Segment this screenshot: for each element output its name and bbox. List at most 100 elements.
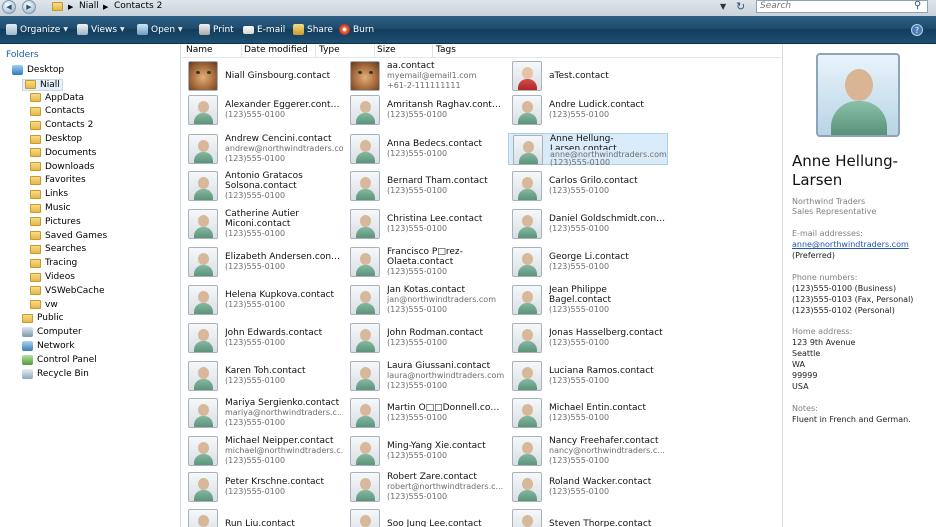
- contact-item[interactable]: Antonio Gratacos Solsona.contact (123)555…: [184, 170, 344, 202]
- contact-item[interactable]: Luciana Ramos.contact (123)555-0100: [508, 360, 668, 392]
- burn-button[interactable]: Burn: [339, 22, 374, 37]
- refresh-icon[interactable]: ↻: [736, 0, 745, 13]
- sidebar-item-music[interactable]: Music: [30, 203, 71, 213]
- contact-item[interactable]: Niall Ginsbourg.contact: [184, 60, 344, 92]
- contact-details: Steven Thorpe.contact: [549, 508, 667, 527]
- column-header-size[interactable]: Size: [377, 45, 433, 57]
- sidebar-item-favorites[interactable]: Favorites: [30, 175, 86, 185]
- contact-item[interactable]: Christina Lee.contact (123)555-0100: [346, 208, 506, 240]
- breadcrumb-contacts-2[interactable]: Contacts 2: [114, 1, 162, 11]
- forward-button[interactable]: ▶: [22, 0, 36, 14]
- sidebar-item-desktop[interactable]: Desktop: [12, 65, 64, 75]
- contact-item[interactable]: Martin O□□Donnell.contact (123)555-0100: [346, 397, 506, 429]
- email-label: E-mail: [257, 24, 286, 35]
- sidebar-item-label: Computer: [37, 327, 82, 338]
- search-icon[interactable]: ⚲: [914, 0, 921, 11]
- contact-name: John Edwards.contact: [225, 328, 323, 338]
- sidebar-item-links[interactable]: Links: [30, 189, 68, 199]
- contact-item[interactable]: Karen Toh.contact (123)555-0100: [184, 360, 344, 392]
- contact-item[interactable]: Jan Kotas.contact jan@northwindtraders.co…: [346, 284, 506, 316]
- contact-item[interactable]: Andre Ludick.contact (123)555-0100: [508, 94, 668, 126]
- contact-item[interactable]: Helena Kupkova.contact (123)555-0100: [184, 284, 344, 316]
- contact-phone: (123)555-0100: [550, 158, 611, 166]
- contact-item[interactable]: Michael Entin.contact (123)555-0100: [508, 397, 668, 429]
- sidebar-item-network[interactable]: Network: [22, 341, 75, 351]
- sidebar-item-documents[interactable]: Documents: [30, 148, 96, 158]
- back-button[interactable]: ◀: [2, 0, 16, 14]
- contact-item[interactable]: John Edwards.contact (123)555-0100: [184, 322, 344, 354]
- contact-item[interactable]: Amritansh Raghav.contact (123)555-0100: [346, 94, 506, 126]
- sidebar-item-videos[interactable]: Videos: [30, 272, 75, 282]
- sidebar-item-searches[interactable]: Searches: [30, 244, 86, 254]
- sidebar-item-downloads[interactable]: Downloads: [30, 162, 94, 172]
- contact-item[interactable]: Jonas Hasselberg.contact (123)555-0100: [508, 322, 668, 354]
- contact-item[interactable]: Soo Jung Lee.contact: [346, 508, 506, 527]
- sidebar-item-recycle-bin[interactable]: Recycle Bin: [22, 368, 89, 379]
- contact-item[interactable]: Bernard Tham.contact (123)555-0100: [346, 170, 506, 202]
- contact-item[interactable]: Peter Krschne.contact (123)555-0100: [184, 471, 344, 503]
- help-icon[interactable]: ?: [911, 24, 923, 36]
- contact-item[interactable]: Ming-Yang Xie.contact (123)555-0100: [346, 435, 506, 467]
- sidebar-item-label: Tracing: [45, 258, 78, 269]
- contact-phone: (123)555-0100: [387, 186, 448, 195]
- sidebar-item-desktop[interactable]: Desktop: [30, 134, 82, 144]
- sidebar-item-appdata[interactable]: AppData: [30, 93, 84, 103]
- home-address-label: Home address:: [792, 327, 853, 336]
- contact-item[interactable]: Francisco P□rez-Olaeta.contact (123)555-0…: [346, 246, 506, 278]
- contact-item[interactable]: Mariya Sergienko.contact mariya@northwind…: [184, 397, 344, 429]
- sidebar-item-control-panel[interactable]: Control Panel: [22, 354, 97, 365]
- search-input[interactable]: Search: [756, 0, 928, 13]
- sidebar-item-saved-games[interactable]: Saved Games: [30, 231, 107, 241]
- contact-item[interactable]: aa.contact myemail@email1.com +61-2-111111…: [346, 60, 506, 92]
- email-button[interactable]: E-mail: [243, 22, 285, 37]
- folders-header[interactable]: Folders: [6, 50, 39, 60]
- contact-name: Martin O□□Donnell.contact: [387, 403, 505, 413]
- column-header-type[interactable]: Type: [319, 45, 375, 57]
- email-link[interactable]: anne@northwindtraders.com: [792, 240, 909, 250]
- sidebar-item-public[interactable]: Public: [22, 313, 64, 323]
- contact-item[interactable]: Andrew Cencini.contact andrew@northwindtr…: [184, 133, 344, 165]
- print-button[interactable]: Print: [199, 22, 234, 37]
- contact-item[interactable]: Catherine Autier Miconi.contact (123)555-…: [184, 208, 344, 240]
- sidebar-item-vw[interactable]: vw: [30, 300, 58, 310]
- contact-name: Laura Giussani.contact: [387, 361, 491, 371]
- contact-item[interactable]: Anna Bedecs.contact (123)555-0100: [346, 133, 506, 165]
- sidebar-item-pictures[interactable]: Pictures: [30, 217, 81, 227]
- views-button[interactable]: Views ▼: [77, 22, 125, 37]
- sidebar-item-vswebcache[interactable]: VSWebCache: [30, 286, 104, 296]
- contact-item[interactable]: Nancy Freehafer.contact nancy@northwindtr…: [508, 435, 668, 467]
- contact-item[interactable]: Michael Neipper.contact michael@northwind…: [184, 435, 344, 467]
- sidebar-item-label: Contacts 2: [45, 120, 94, 131]
- folders-pane: Folders Desktop Niall AppData Contacts Conta…: [0, 44, 181, 527]
- column-header-tags[interactable]: Tags: [436, 45, 486, 57]
- sidebar-item-tracing[interactable]: Tracing: [30, 258, 77, 268]
- contact-item[interactable]: Elizabeth Andersen.contact (123)555-0100: [184, 246, 344, 278]
- column-header-name[interactable]: Name: [186, 45, 242, 57]
- user-folder-icon: [25, 80, 36, 90]
- contact-item[interactable]: George Li.contact (123)555-0100: [508, 246, 668, 278]
- contact-item[interactable]: Run Liu.contact: [184, 508, 344, 527]
- contact-item[interactable]: Alexander Eggerer.contact (123)555-0100: [184, 94, 344, 126]
- sidebar-item-contacts[interactable]: Contacts: [30, 106, 85, 116]
- sidebar-item-contacts-2[interactable]: Contacts 2: [30, 120, 93, 130]
- contact-item[interactable]: Roland Wacker.contact (123)555-0100: [508, 471, 668, 503]
- contact-item[interactable]: Steven Thorpe.contact: [508, 508, 668, 527]
- breadcrumb-niall[interactable]: Niall: [79, 1, 99, 11]
- contact-item[interactable]: aTest.contact: [508, 60, 668, 92]
- share-button[interactable]: Share: [293, 22, 333, 37]
- contact-item[interactable]: Anne Hellung-Larsen.contact anne@northwin…: [508, 133, 668, 166]
- contact-item[interactable]: John Rodman.contact (123)555-0100: [346, 322, 506, 354]
- open-button[interactable]: Open ▼: [137, 22, 183, 37]
- sidebar-item-niall[interactable]: Niall: [22, 78, 63, 91]
- address-dropdown-icon[interactable]: ▼: [720, 2, 726, 11]
- contact-item[interactable]: Robert Zare.contact robert@northwindtrade…: [346, 471, 506, 503]
- contact-name: aTest.contact: [549, 71, 609, 81]
- contact-name: Carlos Grilo.contact: [549, 176, 638, 186]
- column-header-date-modified[interactable]: Date modified: [244, 45, 316, 57]
- contact-item[interactable]: Jean Philippe Bagel.contact (123)555-0100: [508, 284, 668, 316]
- sidebar-item-computer[interactable]: Computer: [22, 327, 82, 338]
- organize-button[interactable]: Organize ▼: [6, 22, 68, 37]
- contact-item[interactable]: Carlos Grilo.contact (123)555-0100: [508, 170, 668, 202]
- contact-item[interactable]: Laura Giussani.contact laura@northwindtra…: [346, 360, 506, 392]
- contact-item[interactable]: Daniel Goldschmidt.contact (123)555-0100: [508, 208, 668, 240]
